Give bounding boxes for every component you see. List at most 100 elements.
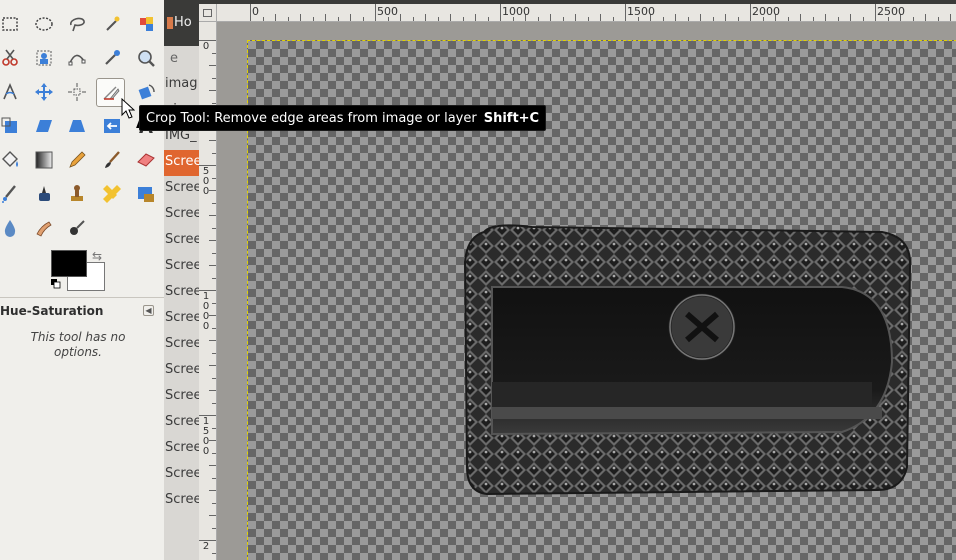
smudge-tool[interactable] — [31, 215, 57, 241]
image-list-item[interactable]: Scree — [164, 410, 199, 436]
color-picker-tool[interactable] — [99, 45, 125, 71]
rotate-tool[interactable] — [133, 79, 159, 105]
ruler-tick — [425, 14, 426, 21]
zoom-tool[interactable] — [133, 45, 159, 71]
color-picker-icon — [105, 50, 120, 65]
image-list-item[interactable]: Scree — [164, 280, 199, 306]
scissors-icon — [2, 49, 18, 66]
pencil-icon — [69, 151, 86, 168]
horizontal-ruler[interactable]: 0 500 1000 1500 2000 2500 — [217, 4, 956, 22]
toolbox-panel: A ⇆ Hue-Saturation — [0, 0, 164, 560]
rect-select-tool[interactable] — [0, 11, 23, 37]
image-list-item-label: Scree — [165, 154, 199, 169]
blur-tool[interactable] — [0, 215, 23, 241]
image-list-item[interactable]: Scree — [164, 384, 199, 410]
ruler-tick — [687, 17, 689, 21]
image-list-item[interactable]: Scree — [164, 332, 199, 358]
image-list-item[interactable]: Scree — [164, 462, 199, 488]
ruler-tick — [875, 4, 876, 21]
perspective-clone-tool[interactable] — [133, 181, 159, 207]
foreground-select-tool[interactable] — [31, 45, 57, 71]
pencil-tool[interactable] — [64, 147, 90, 173]
fuzzy-select-tool[interactable] — [99, 11, 125, 37]
heal-tool[interactable] — [99, 181, 125, 207]
ruler-tick — [850, 14, 851, 21]
ruler-tick — [700, 14, 701, 21]
heal-icon — [103, 185, 121, 203]
panel-divider — [0, 297, 164, 298]
select-by-color-icon — [140, 17, 153, 31]
shear-tool[interactable] — [31, 113, 57, 139]
window-tab[interactable]: Ho — [164, 0, 199, 46]
scissors-tool[interactable] — [0, 45, 23, 71]
blend-tool[interactable] — [31, 147, 57, 173]
image-list-item[interactable]: Scree — [164, 254, 199, 280]
image-list-item-label: Scree — [165, 232, 199, 247]
ruler-tick — [300, 14, 301, 21]
vertical-ruler[interactable]: 0 5 0 0 1 0 0 0 1 5 0 0 2 — [199, 22, 217, 560]
paintbrush-icon — [105, 151, 120, 168]
scale-tool[interactable] — [0, 113, 23, 139]
image-window: 0 500 1000 1500 2000 2500 0 5 0 0 1 0 0 0 1 5 0 … — [199, 0, 956, 560]
airbrush-tool[interactable] — [0, 181, 23, 207]
image-list-item-label: Scree — [165, 466, 199, 481]
image-list-item[interactable]: Scree — [164, 358, 199, 384]
perspective-icon — [69, 120, 85, 132]
magic-wand-icon — [106, 16, 120, 31]
ink-icon — [39, 186, 50, 201]
image-list-item-label: Scree — [165, 336, 199, 351]
ruler-tick — [837, 17, 839, 21]
ruler-tick — [325, 14, 326, 21]
dodge-burn-tool[interactable] — [64, 215, 90, 241]
ruler-tick — [662, 17, 664, 21]
quick-mask-corner[interactable] — [199, 4, 217, 22]
image-list-item[interactable]: Scree — [164, 176, 199, 202]
eraser-icon — [137, 153, 155, 167]
mouse-cursor-icon — [121, 98, 135, 119]
ruler-tick — [209, 365, 216, 366]
image-list-item-label: Scree — [165, 180, 199, 195]
ruler-tick — [737, 17, 739, 21]
select-by-color-tool[interactable] — [133, 11, 159, 37]
measure-icon — [3, 82, 17, 100]
crop-tool-tooltip: Crop Tool: Remove edge areas from image … — [139, 105, 547, 131]
align-tool[interactable] — [64, 79, 90, 105]
image-list-item[interactable]: Scree — [164, 150, 199, 176]
ruler-tick — [262, 17, 264, 21]
foreground-color-swatch[interactable] — [51, 250, 87, 277]
bucket-fill-icon — [2, 151, 18, 167]
default-colors-icon[interactable] — [51, 279, 61, 289]
paths-tool[interactable] — [64, 45, 90, 71]
perspective-tool[interactable] — [64, 113, 90, 139]
image-canvas[interactable] — [217, 22, 956, 560]
ruler-tick — [212, 352, 216, 354]
free-select-tool[interactable] — [64, 11, 90, 37]
image-list-item[interactable]: Scree — [164, 228, 199, 254]
ellipse-select-tool[interactable] — [31, 11, 57, 37]
configure-tab-icon[interactable]: ◀ — [143, 305, 154, 316]
ruler-tick — [212, 327, 216, 329]
airbrush-icon — [2, 185, 16, 203]
align-icon — [68, 83, 86, 101]
image-list-item[interactable]: Scree — [164, 306, 199, 332]
pencil-sharpener-image — [463, 224, 912, 496]
swap-colors-icon[interactable]: ⇆ — [92, 249, 102, 263]
move-tool[interactable] — [31, 79, 57, 105]
eraser-tool[interactable] — [133, 147, 159, 173]
paintbrush-tool[interactable] — [99, 147, 125, 173]
image-list-item[interactable]: Scree — [164, 436, 199, 462]
smudge-icon — [36, 221, 52, 237]
ruler-tick — [212, 377, 216, 379]
image-list-item[interactable]: Scree — [164, 202, 199, 228]
image-list-item[interactable]: imag — [164, 72, 199, 98]
measure-tool[interactable] — [0, 79, 23, 105]
ruler-tick — [209, 390, 216, 391]
gradient-icon — [35, 151, 53, 169]
bucket-fill-tool[interactable] — [0, 147, 23, 173]
image-list-item[interactable]: Scree — [164, 488, 199, 514]
clone-tool[interactable] — [64, 181, 90, 207]
ink-tool[interactable] — [31, 181, 57, 207]
ruler-tick — [825, 14, 826, 21]
search-text[interactable]: e — [170, 51, 178, 66]
ruler-tick — [212, 77, 216, 79]
